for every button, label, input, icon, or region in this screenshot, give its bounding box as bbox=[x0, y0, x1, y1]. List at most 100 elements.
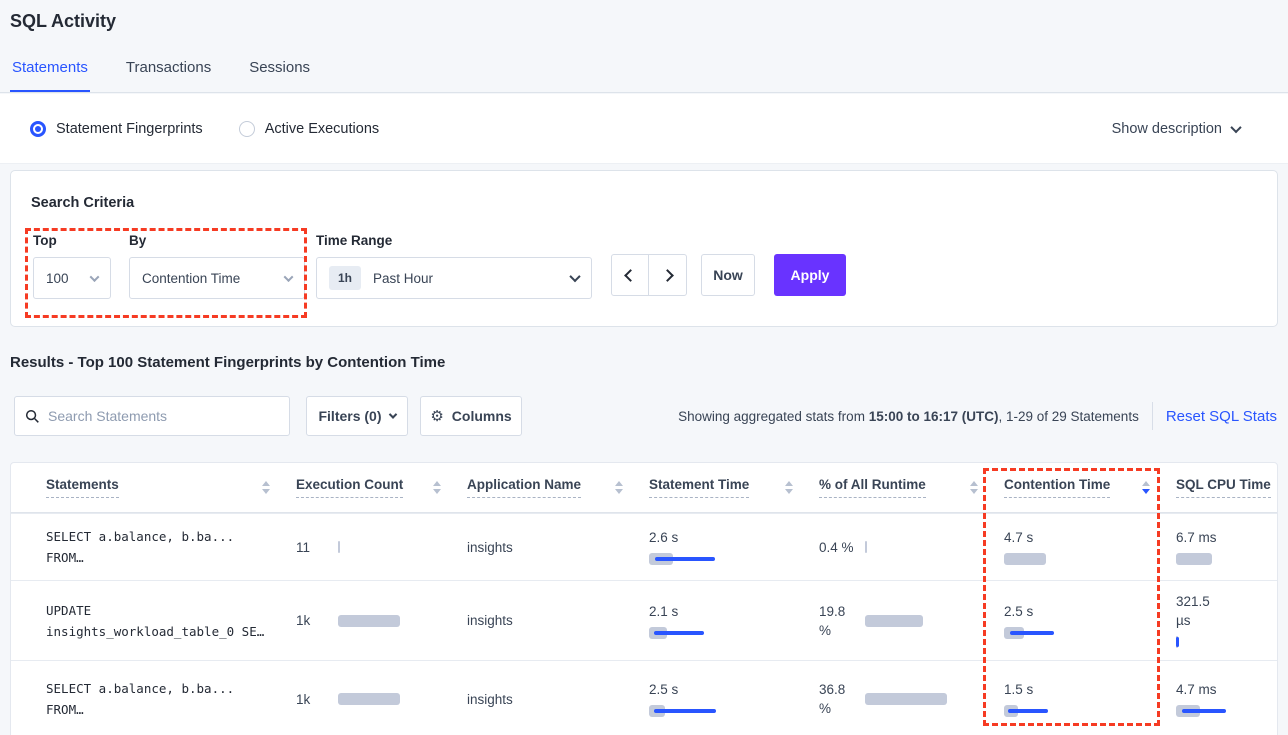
chevron-down-icon bbox=[1230, 121, 1241, 132]
sort-icon bbox=[785, 481, 793, 494]
tab-transactions[interactable]: Transactions bbox=[124, 55, 213, 92]
view-mode-bar: Statement Fingerprints Active Executions… bbox=[0, 94, 1288, 164]
sort-icon bbox=[970, 481, 978, 494]
top-label: Top bbox=[33, 233, 111, 248]
statement-time-cell: 2.1 s bbox=[649, 602, 819, 640]
column-header-statements[interactable]: Statements bbox=[46, 477, 296, 498]
execution-count-cell: 11 bbox=[296, 538, 467, 557]
execution-count-bar bbox=[338, 692, 430, 706]
contention-time-bar bbox=[1004, 704, 1096, 718]
reset-sql-stats-link[interactable]: Reset SQL Stats bbox=[1166, 408, 1277, 425]
time-range-field-group: Time Range 1h Past Hour bbox=[316, 233, 592, 299]
sort-icon-active-desc bbox=[1142, 481, 1150, 494]
statement-time-cell: 2.5 s bbox=[649, 680, 819, 718]
filters-label: Filters (0) bbox=[318, 408, 381, 424]
application-name-cell: insights bbox=[467, 538, 649, 557]
apply-button[interactable]: Apply bbox=[774, 254, 846, 296]
sql-cpu-time-cell: 4.7 ms bbox=[1176, 680, 1277, 718]
sort-icon bbox=[615, 481, 623, 494]
tab-statements[interactable]: Statements bbox=[10, 55, 90, 92]
sql-cpu-time-bar bbox=[1176, 704, 1268, 718]
execution-count-bar bbox=[338, 540, 430, 554]
time-range-label: Time Range bbox=[316, 233, 592, 248]
filters-button[interactable]: Filters (0) bbox=[306, 396, 408, 436]
column-header-statement-time[interactable]: Statement Time bbox=[649, 477, 819, 498]
contention-time-bar bbox=[1004, 552, 1096, 566]
pct-runtime-bar bbox=[865, 614, 957, 628]
time-range-badge: 1h bbox=[329, 266, 361, 290]
time-next-button[interactable] bbox=[649, 255, 686, 295]
statement-time-cell: 2.6 s bbox=[649, 528, 819, 566]
contention-time-bar bbox=[1004, 626, 1096, 640]
radio-statement-fingerprints[interactable]: Statement Fingerprints bbox=[30, 121, 203, 137]
pct-runtime-cell: 36.8 % bbox=[819, 680, 1004, 718]
search-input[interactable] bbox=[48, 408, 279, 424]
radio-label: Statement Fingerprints bbox=[56, 121, 203, 137]
radio-unselected-icon bbox=[239, 121, 255, 137]
column-header-application-name[interactable]: Application Name bbox=[467, 477, 649, 498]
tab-bar: Statements Transactions Sessions bbox=[0, 55, 1288, 93]
top-field-group: Top 100 bbox=[33, 233, 111, 299]
column-header-execution-count[interactable]: Execution Count bbox=[296, 477, 467, 498]
divider bbox=[1152, 402, 1153, 430]
time-prev-button[interactable] bbox=[612, 255, 649, 295]
radio-active-executions[interactable]: Active Executions bbox=[239, 121, 379, 137]
statement-time-bar bbox=[649, 626, 741, 640]
sql-activity-page: SQL Activity Statements Transactions Ses… bbox=[0, 0, 1288, 735]
chevron-down-icon bbox=[388, 410, 396, 418]
sql-cpu-time-cell: 6.7 ms bbox=[1176, 528, 1277, 566]
table-header-row: Statements Execution Count Application N… bbox=[11, 463, 1277, 513]
by-select-value: Contention Time bbox=[142, 269, 285, 288]
application-name-cell: insights bbox=[467, 690, 649, 709]
by-select[interactable]: Contention Time bbox=[129, 257, 305, 299]
by-label: By bbox=[129, 233, 305, 248]
contention-time-cell: 2.5 s bbox=[1004, 602, 1176, 640]
sql-cpu-time-bar bbox=[1176, 635, 1268, 649]
execution-count-cell: 1k bbox=[296, 690, 467, 709]
gear-icon: ⚙ bbox=[430, 407, 443, 425]
time-nav-group bbox=[611, 254, 687, 296]
tab-sessions[interactable]: Sessions bbox=[247, 55, 312, 92]
radio-selected-icon bbox=[30, 121, 46, 137]
column-header-contention-time[interactable]: Contention Time bbox=[1004, 477, 1176, 498]
statements-table: Statements Execution Count Application N… bbox=[10, 462, 1278, 735]
top-select-value: 100 bbox=[46, 269, 91, 288]
search-criteria-title: Search Criteria bbox=[31, 195, 134, 211]
chevron-down-icon bbox=[569, 271, 580, 282]
columns-button[interactable]: ⚙ Columns bbox=[420, 396, 522, 436]
statement-link[interactable]: SELECT a.balance, b.ba... FROM… bbox=[46, 678, 296, 720]
column-header-pct-runtime[interactable]: % of All Runtime bbox=[819, 477, 1004, 498]
application-name-cell: insights bbox=[467, 611, 649, 630]
show-description-toggle[interactable]: Show description bbox=[1112, 121, 1240, 137]
search-icon bbox=[25, 409, 40, 424]
pct-runtime-cell: 0.4 % bbox=[819, 538, 1004, 557]
by-field-group: By Contention Time bbox=[129, 233, 305, 299]
page-title: SQL Activity bbox=[10, 11, 116, 32]
statement-time-bar bbox=[649, 552, 741, 566]
execution-count-bar bbox=[338, 614, 430, 628]
radio-label: Active Executions bbox=[265, 121, 379, 137]
sort-icon bbox=[433, 481, 441, 494]
contention-time-cell: 1.5 s bbox=[1004, 680, 1176, 718]
chevron-down-icon bbox=[284, 272, 294, 282]
search-criteria-panel: Search Criteria Top 100 By Contention Ti… bbox=[10, 170, 1278, 327]
statement-link[interactable]: SELECT a.balance, b.ba... FROM… bbox=[46, 526, 296, 568]
columns-label: Columns bbox=[452, 408, 512, 424]
table-row: SELECT a.balance, b.ba... FROM… 11 insig… bbox=[11, 513, 1277, 580]
execution-count-cell: 1k bbox=[296, 611, 467, 630]
pct-runtime-bar bbox=[865, 692, 957, 706]
chevron-right-icon bbox=[661, 269, 674, 282]
time-range-select[interactable]: 1h Past Hour bbox=[316, 257, 592, 299]
now-button[interactable]: Now bbox=[701, 254, 755, 296]
sql-cpu-time-cell: 321.5 µs bbox=[1176, 592, 1277, 649]
time-range-value: Past Hour bbox=[373, 269, 571, 288]
table-row: UPDATE insights_workload_table_0 SE… 1k … bbox=[11, 580, 1277, 660]
results-heading: Results - Top 100 Statement Fingerprints… bbox=[10, 354, 445, 371]
sort-icon bbox=[262, 481, 270, 494]
chevron-down-icon bbox=[90, 272, 100, 282]
statement-link[interactable]: UPDATE insights_workload_table_0 SE… bbox=[46, 600, 296, 642]
top-select[interactable]: 100 bbox=[33, 257, 111, 299]
column-header-sql-cpu-time[interactable]: SQL CPU Time bbox=[1176, 477, 1277, 498]
sql-cpu-time-bar bbox=[1176, 552, 1268, 566]
statement-time-bar bbox=[649, 704, 741, 718]
